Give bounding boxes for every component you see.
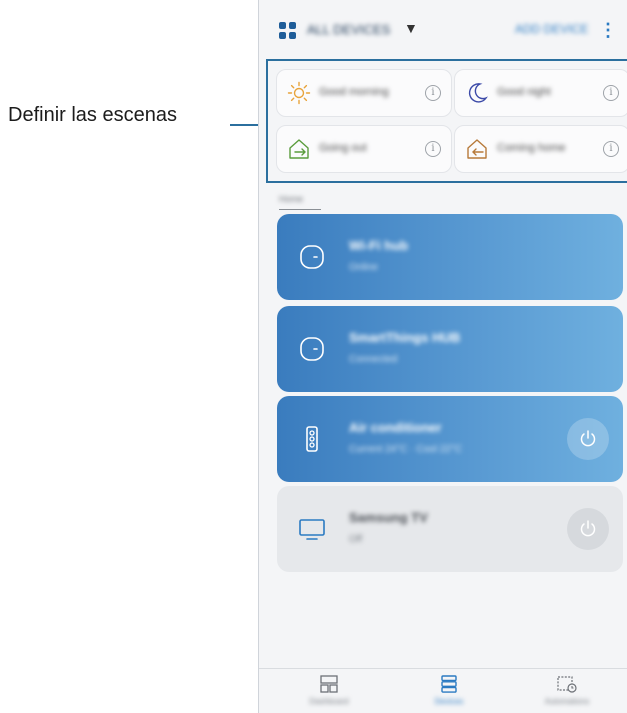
leave-home-icon xyxy=(289,139,309,159)
power-icon xyxy=(580,430,596,447)
device-card[interactable]: SmartThings HUB Connected xyxy=(277,306,623,392)
scene-going-out[interactable]: Going out i xyxy=(276,125,452,173)
nav-automations[interactable]: Automations xyxy=(537,675,597,706)
device-name: Wi-Fi hub xyxy=(349,238,409,253)
device-name: Air conditioner xyxy=(349,420,442,435)
add-device-button[interactable]: ADD DEVICE xyxy=(515,22,588,36)
info-icon[interactable]: i xyxy=(603,85,619,101)
info-icon[interactable]: i xyxy=(425,85,441,101)
nav-label: Dashboard xyxy=(309,697,349,706)
devices-icon xyxy=(441,675,457,693)
hub-icon xyxy=(300,337,324,361)
more-options-icon[interactable]: ⋮ xyxy=(599,20,617,41)
info-icon[interactable]: i xyxy=(425,141,441,157)
moon-icon xyxy=(468,83,488,103)
power-button[interactable] xyxy=(567,418,609,460)
device-card[interactable]: Samsung TV Off xyxy=(277,486,623,572)
dashboard-icon xyxy=(320,675,338,693)
device-name: Samsung TV xyxy=(349,510,428,525)
location-selector[interactable]: ALL DEVICES xyxy=(307,22,390,37)
sun-icon xyxy=(287,81,311,105)
scene-name: Good night xyxy=(497,86,551,98)
device-card[interactable]: Air conditioner Current 24°C · Cool 22°C xyxy=(277,396,623,482)
power-icon xyxy=(580,520,596,537)
device-status: Online xyxy=(349,262,378,273)
nav-label: Automations xyxy=(544,697,590,706)
device-status: Connected xyxy=(349,354,398,365)
scene-name: Good morning xyxy=(319,86,389,98)
device-status: Off xyxy=(349,534,363,545)
hub-icon xyxy=(300,245,324,269)
phone-screen: ALL DEVICES ▼ ADD DEVICE ⋮ Good morning … xyxy=(258,0,627,713)
arrive-home-icon xyxy=(467,139,487,159)
automations-icon xyxy=(557,676,577,693)
scenes-panel: Good morning i Good night i Going out i … xyxy=(266,59,627,183)
scene-good-morning[interactable]: Good morning i xyxy=(276,69,452,117)
scene-name: Coming home xyxy=(497,142,566,154)
devices-section-label: Home xyxy=(279,194,304,204)
bottom-navigation: Dashboard Devices Automations xyxy=(259,668,627,713)
nav-devices[interactable]: Devices xyxy=(419,675,479,706)
section-underline xyxy=(279,209,321,210)
device-name: SmartThings HUB xyxy=(349,330,461,345)
scene-coming-home[interactable]: Coming home i xyxy=(454,125,627,173)
scene-name: Going out xyxy=(319,142,367,154)
nav-dashboard[interactable]: Dashboard xyxy=(299,675,359,706)
chevron-down-icon[interactable]: ▼ xyxy=(404,20,418,36)
info-icon[interactable]: i xyxy=(603,141,619,157)
callout-label: Definir las escenas xyxy=(8,104,177,126)
air-purifier-icon xyxy=(306,426,318,452)
tv-icon xyxy=(299,519,325,540)
device-card[interactable]: Wi-Fi hub Online xyxy=(277,214,623,300)
location-grid-icon[interactable] xyxy=(279,22,297,40)
top-bar: ALL DEVICES ▼ ADD DEVICE ⋮ xyxy=(259,0,627,56)
scene-good-night[interactable]: Good night i xyxy=(454,69,627,117)
power-button[interactable] xyxy=(567,508,609,550)
device-status: Current 24°C · Cool 22°C xyxy=(349,444,463,455)
nav-label: Devices xyxy=(434,697,464,706)
